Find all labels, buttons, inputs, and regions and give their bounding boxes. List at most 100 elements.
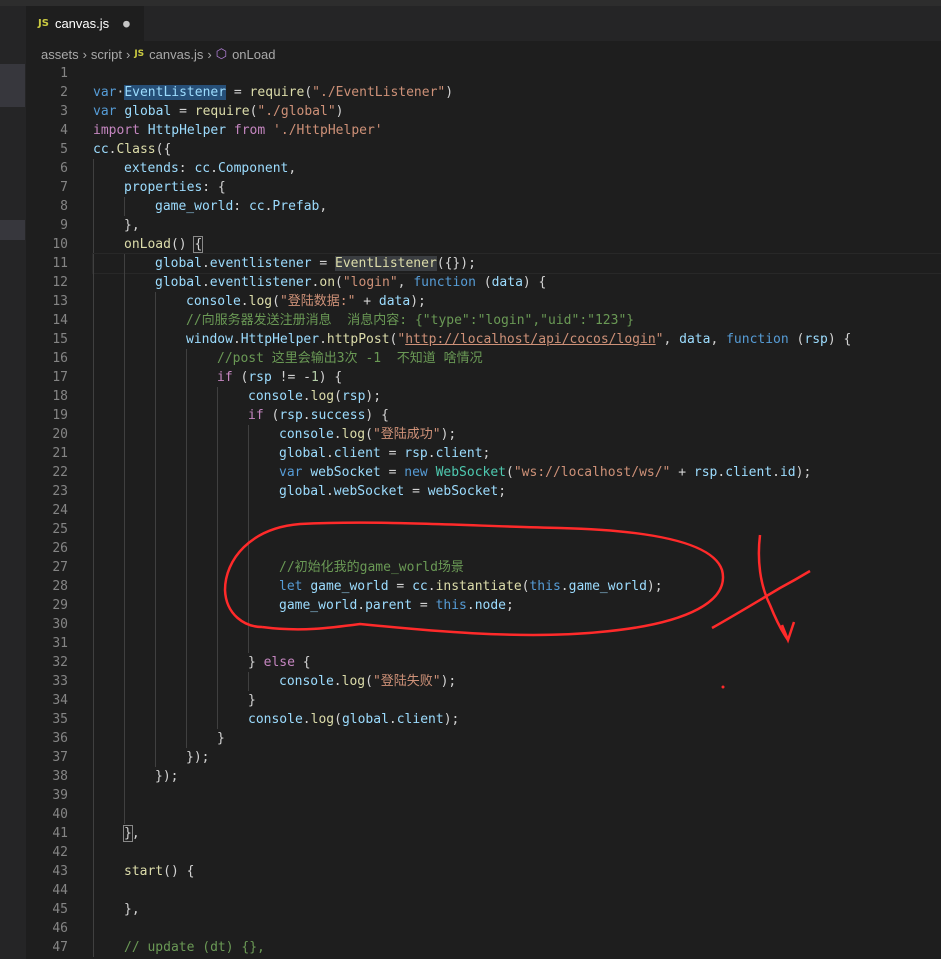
code-line[interactable]: }: [93, 729, 941, 748]
code-token: .: [210, 161, 218, 176]
code-line[interactable]: import HttpHelper from './HttpHelper': [93, 121, 941, 140]
code-token: data: [378, 294, 411, 309]
code-line[interactable]: });: [93, 748, 941, 767]
code-token: }: [248, 655, 264, 670]
code-token: );: [365, 389, 382, 404]
code-line[interactable]: var global = require("./global"): [93, 102, 941, 121]
line-number: 24: [52, 503, 68, 518]
code-text: console.log(global.client);: [248, 710, 459, 729]
code-line[interactable]: game_world.parent = this.node;: [93, 596, 941, 615]
code-line[interactable]: [93, 520, 941, 539]
indent-guide: [155, 501, 156, 520]
code-line[interactable]: console.log("登陆数据:" + data);: [93, 292, 941, 311]
code-line[interactable]: start() {: [93, 862, 941, 881]
breadcrumb-item-script[interactable]: script: [91, 47, 122, 62]
code-line[interactable]: //向服务器发送注册消息 消息内容: {"type":"login","uid"…: [93, 311, 941, 330]
code-line[interactable]: extends: cc.Component,: [93, 159, 941, 178]
indent-guide: [155, 691, 156, 710]
line-number: 33: [52, 674, 68, 689]
indent-guide: [155, 387, 156, 406]
code-line[interactable]: if (rsp != -1) {: [93, 368, 941, 387]
code-token: .: [240, 294, 249, 309]
line-number: 19: [52, 408, 68, 423]
code-line[interactable]: global.eventlistener = EventListener({})…: [92, 253, 941, 274]
line-number: 25: [52, 522, 68, 537]
line-number: 11: [52, 256, 68, 271]
indent-guide: [124, 539, 125, 558]
code-line[interactable]: }: [93, 691, 941, 710]
code-line[interactable]: [93, 881, 941, 900]
code-line[interactable]: },: [93, 824, 941, 843]
code-line[interactable]: [93, 919, 941, 938]
code-token: cc: [412, 579, 428, 594]
code-line[interactable]: // update (dt) {},: [93, 938, 941, 957]
code-token: "./EventListener": [312, 85, 446, 100]
indent-guide: [248, 596, 249, 615]
code-line[interactable]: [93, 615, 941, 634]
code-line[interactable]: },: [93, 216, 941, 235]
code-line[interactable]: console.log(global.client);: [93, 710, 941, 729]
code-line[interactable]: [93, 64, 941, 83]
code-token: ,: [710, 332, 727, 347]
code-text: game_world: cc.Prefab,: [155, 197, 327, 216]
unsaved-dot-icon[interactable]: ●: [123, 17, 130, 30]
indent-guide: [217, 710, 218, 729]
code-area[interactable]: var·EventListener = require("./EventList…: [92, 64, 941, 957]
code-line[interactable]: global.webSocket = webSocket;: [93, 482, 941, 501]
code-line[interactable]: console.log("登陆成功");: [93, 425, 941, 444]
code-line[interactable]: console.log(rsp);: [93, 387, 941, 406]
breadcrumb-item-file[interactable]: canvas.js: [149, 47, 203, 62]
code-line[interactable]: properties: {: [93, 178, 941, 197]
indent-guide: [93, 216, 94, 235]
code-token: (: [304, 85, 313, 100]
code-line[interactable]: });: [93, 767, 941, 786]
indent-guide: [186, 520, 187, 539]
indent-guide: [93, 691, 94, 710]
code-token: .: [717, 465, 726, 480]
indent-guide: [93, 634, 94, 653]
code-token: log: [310, 389, 335, 404]
code-text: }: [248, 691, 256, 710]
code-token: global: [279, 484, 326, 499]
indent-guide: [124, 653, 125, 672]
code-line[interactable]: [93, 786, 941, 805]
indent-guide: [93, 558, 94, 577]
code-token: this: [529, 579, 561, 594]
code-line[interactable]: onLoad() {: [93, 235, 941, 254]
chevron-right-icon: ›: [82, 46, 87, 62]
code-line[interactable]: [93, 539, 941, 558]
code-line[interactable]: cc.Class({: [93, 140, 941, 159]
breadcrumb-item-symbol[interactable]: onLoad: [232, 47, 275, 62]
code-line[interactable]: var·EventListener = require("./EventList…: [93, 83, 941, 102]
code-editor[interactable]: 1 2 3 4 5 6 7 8 9 10 11 12 13 14 15 16 17 18 19 20 21 22 23 24 2…: [26, 64, 941, 959]
code-line[interactable]: [93, 805, 941, 824]
indent-guide: [124, 501, 125, 520]
code-token: var: [93, 104, 117, 119]
breadcrumb-item-assets[interactable]: assets: [41, 47, 79, 62]
code-line[interactable]: console.log("登陆失败");: [93, 672, 941, 691]
line-number: 21: [52, 446, 68, 461]
code-line[interactable]: let game_world = cc.instantiate(this.gam…: [93, 577, 941, 596]
code-line[interactable]: global.eventlistener.on("login", functio…: [93, 273, 941, 292]
code-line[interactable]: } else {: [93, 653, 941, 672]
indent-guide: [155, 292, 156, 311]
code-line[interactable]: [93, 501, 941, 520]
code-line[interactable]: //初始化我的game_world场景: [93, 558, 941, 577]
code-token: else: [263, 655, 295, 670]
code-line[interactable]: if (rsp.success) {: [93, 406, 941, 425]
code-line[interactable]: game_world: cc.Prefab,: [93, 197, 941, 216]
indent-guide: [124, 311, 125, 330]
code-line[interactable]: //post 这里会输出3次 -1 不知道 啥情况: [93, 349, 941, 368]
code-line[interactable]: },: [93, 900, 941, 919]
tab-canvas-js[interactable]: JS canvas.js ●: [26, 6, 144, 41]
indent-guide: [93, 539, 94, 558]
code-line[interactable]: var webSocket = new WebSocket("ws://loca…: [93, 463, 941, 482]
javascript-file-icon: JS: [134, 49, 145, 59]
code-token: global: [155, 275, 202, 290]
code-line[interactable]: [93, 843, 941, 862]
line-number: 10: [52, 237, 68, 252]
code-line[interactable]: global.client = rsp.client;: [93, 444, 941, 463]
code-line[interactable]: [93, 634, 941, 653]
code-line[interactable]: window.HttpHelper.httpPost("http://local…: [93, 330, 941, 349]
